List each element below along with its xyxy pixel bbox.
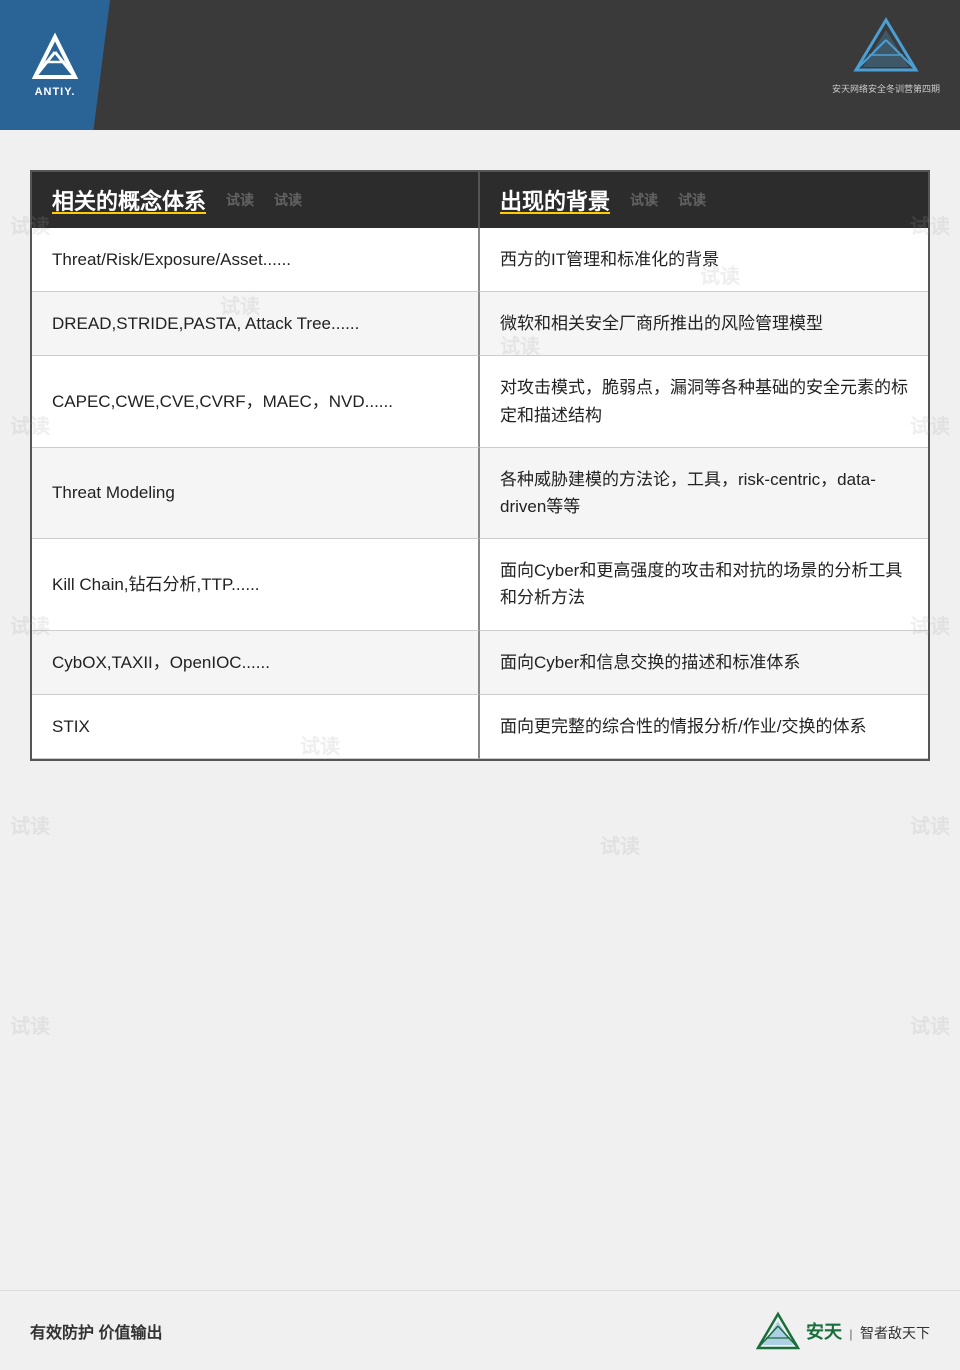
table-row-right-0: 西方的IT管理和标准化的背景: [480, 228, 928, 292]
footer: 有效防护 价值输出 安天 | 智者敌天下: [0, 1290, 960, 1370]
table-row-right-6: 面向更完整的综合性的情报分析/作业/交换的体系: [480, 695, 928, 759]
footer-brand-group: 安天 | 智者敌天下: [806, 1318, 930, 1344]
table-row-right-5: 面向Cyber和信息交换的描述和标准体系: [480, 631, 928, 695]
footer-brand-sub: 智者敌天下: [860, 1325, 930, 1341]
top-right-brand: 安天网络安全冬训营第四期: [832, 15, 940, 95]
footer-right-brand: 安天 | 智者敌天下: [756, 1311, 930, 1351]
logo-text: ANTIY.: [35, 86, 76, 98]
th-wm-2: 试读: [274, 190, 302, 210]
main-content: 试读 试读 试读 试读 试读 试读 试读 试读 试读 试读 试读 试读 试读 试…: [0, 130, 960, 1270]
table-header: 相关的概念体系 试读 试读 出现的背景 试读 试读: [32, 172, 928, 228]
table-row-left-6: STIX: [32, 695, 480, 759]
logo-block: ANTIY.: [0, 0, 110, 130]
th-wm-4: 试读: [678, 190, 706, 210]
brand-subtitle: 安天网络安全冬训营第四期: [832, 82, 940, 95]
brand-icon: [851, 15, 921, 80]
th-wm-1: 试读: [226, 190, 254, 210]
wm-side-4: 试读: [10, 810, 50, 839]
footer-left-text: 有效防护 价值输出: [30, 1319, 162, 1343]
table-row-right-4: 面向Cyber和更高强度的攻击和对抗的场景的分析工具和分析方法: [480, 539, 928, 630]
wm-side-5: 试读: [10, 1010, 50, 1039]
header: ANTIY. 试读 试读 试读 试读 试读 试读 试读 安天网络安全冬训营第四期: [0, 0, 960, 130]
footer-brand-text: 安天: [806, 1322, 842, 1342]
footer-logo-icon: [756, 1311, 801, 1351]
table-body: Threat/Risk/Exposure/Asset......西方的IT管理和…: [32, 228, 928, 759]
col2-header: 出现的背景 试读 试读: [480, 172, 928, 228]
table-row-left-2: CAPEC,CWE,CVE,CVRF，MAEC，NVD......: [32, 356, 480, 447]
table-row-right-1: 微软和相关安全厂商所推出的风险管理模型: [480, 292, 928, 356]
wm-side-r5: 试读: [910, 1010, 950, 1039]
table-row-left-3: Threat Modeling: [32, 448, 480, 539]
table-row-left-1: DREAD,STRIDE,PASTA, Attack Tree......: [32, 292, 480, 356]
table-row-left-0: Threat/Risk/Exposure/Asset......: [32, 228, 480, 292]
table-row-left-5: CybOX,TAXII，OpenIOC......: [32, 631, 480, 695]
antiy-logo-icon: [25, 32, 85, 82]
table-row-left-4: Kill Chain,钻石分析,TTP......: [32, 539, 480, 630]
table-row-right-3: 各种威胁建模的方法论，工具，risk-centric，data-driven等等: [480, 448, 928, 539]
main-table: 相关的概念体系 试读 试读 出现的背景 试读 试读 Threat/Risk/Ex…: [30, 170, 930, 761]
col1-header: 相关的概念体系 试读 试读: [32, 172, 480, 228]
wm-side-r4: 试读: [910, 810, 950, 839]
table-row-right-2: 对攻击模式，脆弱点，漏洞等各种基础的安全元素的标定和描述结构: [480, 356, 928, 447]
wm-mid-5: 试读: [600, 830, 640, 859]
th-wm-3: 试读: [630, 190, 658, 210]
